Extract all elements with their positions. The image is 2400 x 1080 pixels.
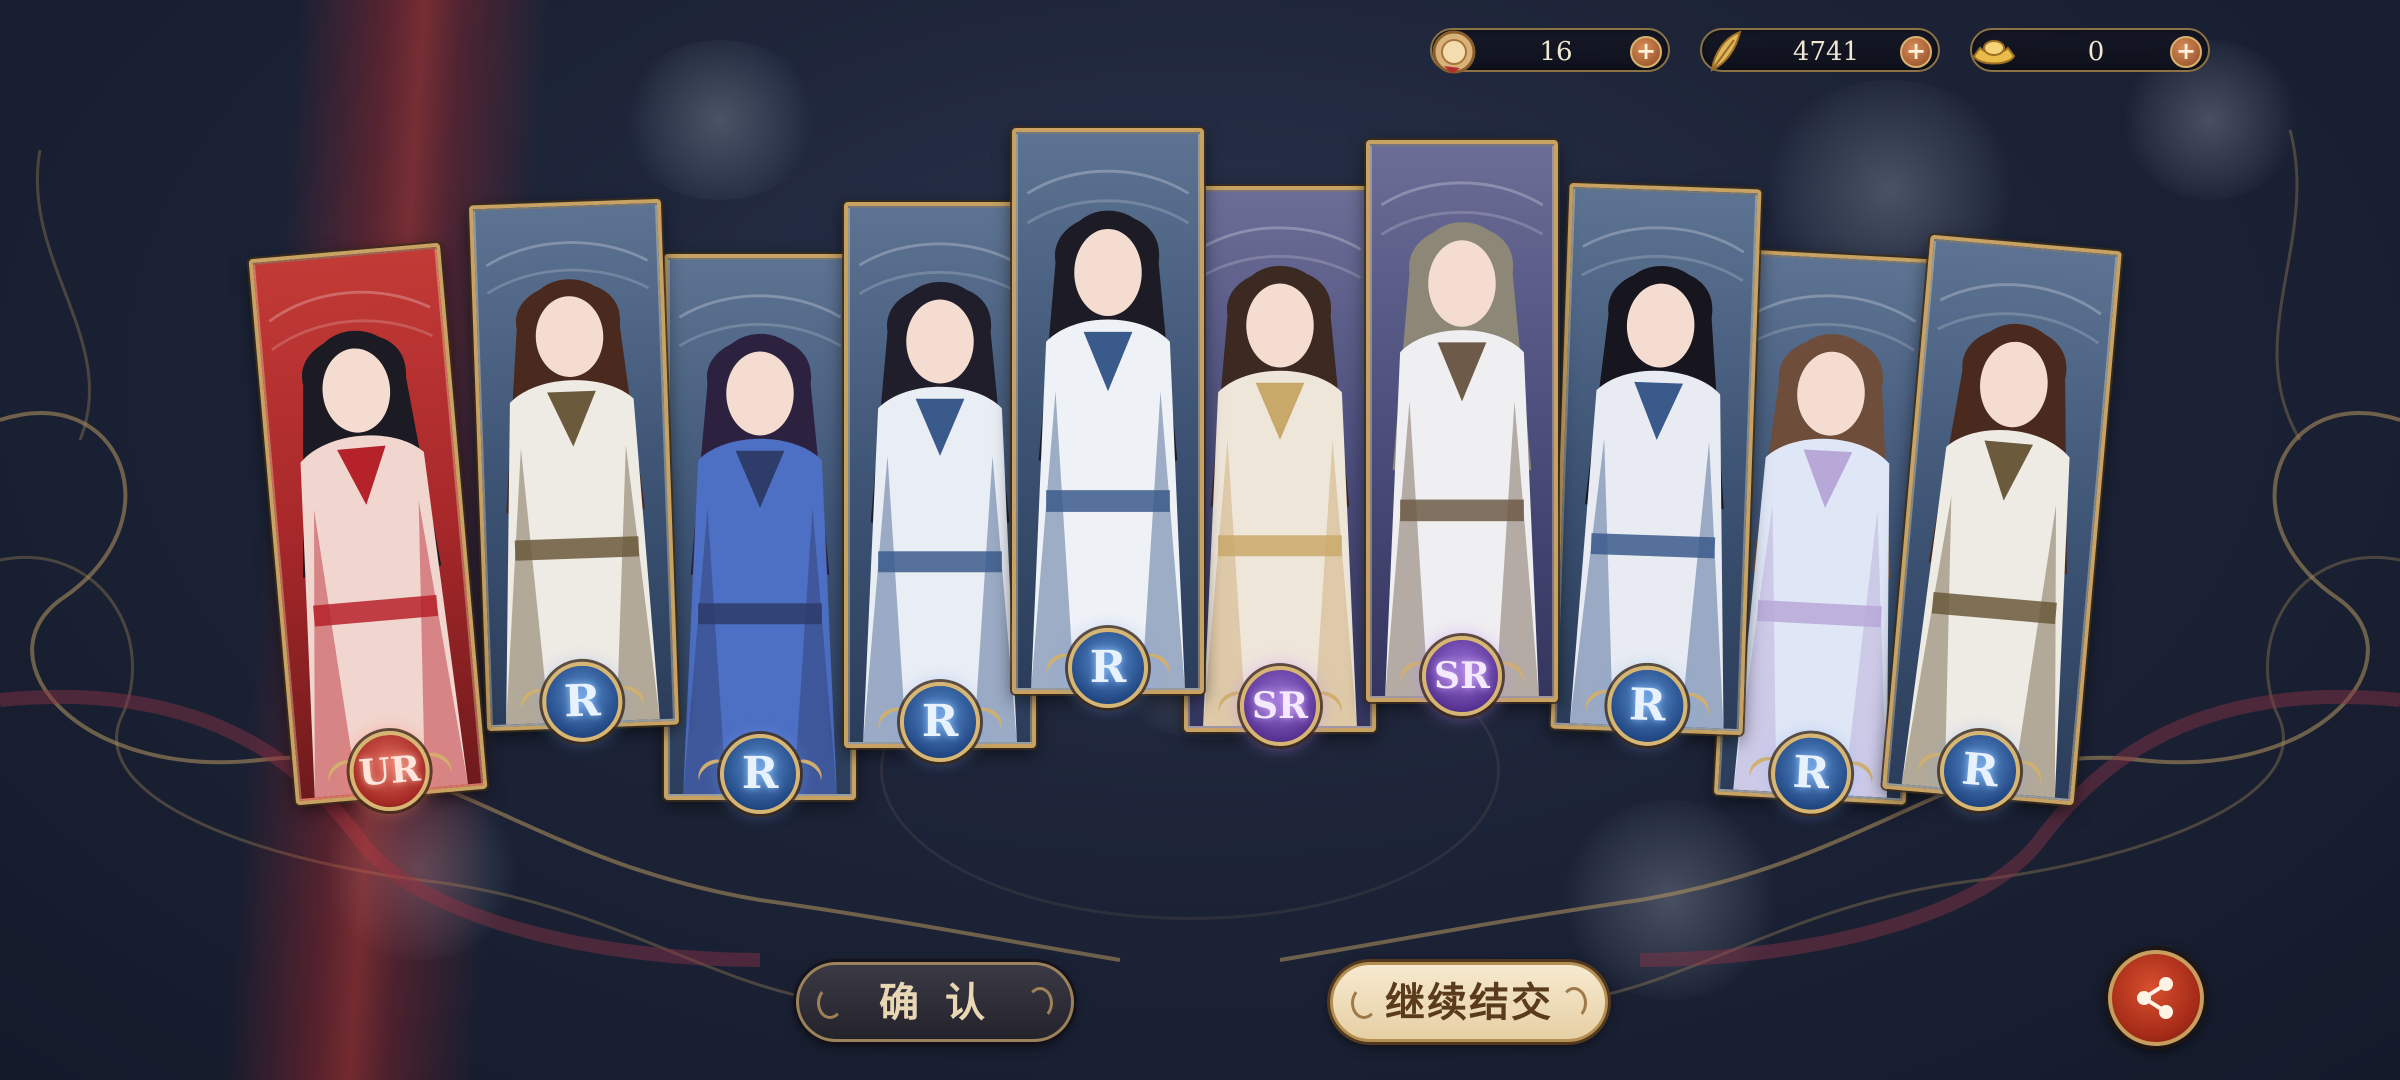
rarity-badge: UR bbox=[322, 713, 457, 830]
card-art bbox=[848, 206, 1032, 744]
rarity-badge: R bbox=[515, 646, 650, 758]
card-art bbox=[668, 258, 852, 796]
add-token-button[interactable]: + bbox=[1630, 36, 1662, 68]
character-card[interactable]: R bbox=[664, 254, 856, 814]
rarity-label: SR bbox=[1252, 685, 1308, 727]
rarity-label: R bbox=[1959, 743, 2001, 798]
ornament-icon bbox=[1027, 987, 1053, 1019]
golden-feather-icon bbox=[1710, 30, 1742, 72]
rarity-label: R bbox=[563, 675, 602, 728]
character-portrait bbox=[1380, 181, 1544, 696]
currency-feather-value: 4741 bbox=[1792, 37, 1860, 67]
ornament-icon bbox=[1561, 987, 1587, 1019]
add-feather-button[interactable]: + bbox=[1900, 36, 1932, 68]
rarity-badge: R bbox=[872, 668, 1008, 776]
currency-ingot: 0 + bbox=[1970, 28, 2210, 72]
rarity-badge: R bbox=[1040, 614, 1176, 722]
card-art bbox=[1016, 132, 1200, 690]
character-portrait bbox=[678, 294, 842, 794]
card-art bbox=[1370, 144, 1554, 698]
rarity-badge: SR bbox=[1212, 652, 1348, 760]
rarity-badge: R bbox=[692, 720, 828, 828]
character-card[interactable]: R bbox=[844, 202, 1036, 762]
character-card[interactable]: SR bbox=[1184, 186, 1376, 746]
ornament-icon bbox=[817, 987, 843, 1019]
rarity-label: R bbox=[921, 696, 959, 747]
rarity-badge: SR bbox=[1394, 622, 1530, 730]
rarity-badge: R bbox=[1580, 650, 1715, 762]
share-button[interactable] bbox=[2108, 950, 2204, 1046]
ornament-icon bbox=[1351, 987, 1377, 1019]
character-card[interactable]: R bbox=[1012, 128, 1204, 708]
rarity-label: R bbox=[1089, 642, 1127, 693]
character-portrait bbox=[1198, 226, 1362, 726]
confirm-button-label: 确 认 bbox=[879, 979, 991, 1026]
gold-ingot-icon bbox=[1972, 40, 2016, 65]
background-blossom bbox=[620, 40, 820, 200]
gold-coin-token-icon bbox=[1432, 30, 1476, 74]
character-card[interactable]: SR bbox=[1366, 140, 1558, 716]
character-card[interactable]: R bbox=[1550, 182, 1762, 748]
character-portrait bbox=[485, 241, 660, 725]
rarity-label: R bbox=[1791, 746, 1831, 800]
character-portrait bbox=[1569, 226, 1745, 729]
rarity-label: SR bbox=[1434, 655, 1490, 697]
character-portrait bbox=[858, 242, 1022, 742]
rarity-label: R bbox=[1628, 679, 1667, 732]
currency-token-value: 16 bbox=[1539, 37, 1573, 67]
rarity-badge: R bbox=[1913, 713, 2048, 830]
card-art bbox=[1554, 186, 1758, 732]
rarity-label: UR bbox=[357, 747, 422, 795]
character-card[interactable]: R bbox=[468, 198, 680, 744]
continue-befriend-button[interactable]: 继续结交 bbox=[1330, 962, 1608, 1042]
rarity-badge: R bbox=[1744, 717, 1879, 831]
confirm-button[interactable]: 确 认 bbox=[796, 962, 1074, 1042]
character-portrait bbox=[1026, 169, 1190, 688]
character-portrait bbox=[268, 290, 468, 798]
share-icon bbox=[2137, 977, 2173, 1019]
card-art bbox=[1188, 190, 1372, 728]
rarity-label: R bbox=[741, 748, 779, 799]
add-ingot-button[interactable]: + bbox=[2170, 36, 2202, 68]
currency-feather: 4741 + bbox=[1700, 28, 1940, 72]
character-portrait bbox=[1901, 283, 2102, 798]
continue-befriend-button-label: 继续结交 bbox=[1385, 979, 1553, 1026]
currency-ingot-value: 0 bbox=[2087, 37, 2105, 67]
currency-token: 16 + bbox=[1430, 28, 1670, 74]
